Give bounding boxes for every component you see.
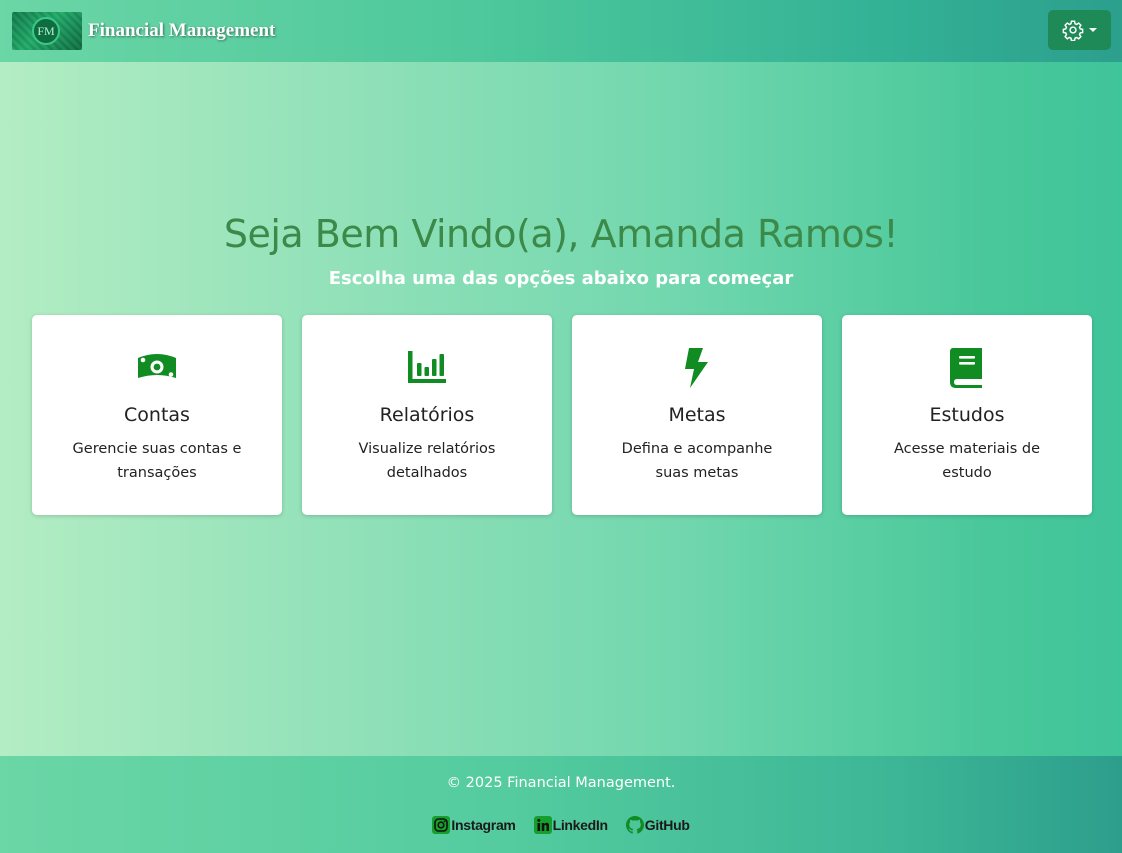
linkedin-link[interactable]: LinkedIn	[533, 816, 608, 834]
options-cards: Contas Gerencie suas contas e transações…	[32, 315, 1092, 515]
card-title: Contas	[124, 404, 190, 426]
settings-dropdown-button[interactable]	[1048, 10, 1111, 50]
main-content: Seja Bem Vindo(a), Amanda Ramos! Escolha…	[0, 62, 1122, 756]
social-links: Instagram LinkedIn GitHub	[0, 816, 1122, 834]
instagram-label: Instagram	[451, 817, 516, 833]
instagram-icon	[432, 816, 451, 834]
card-metas[interactable]: Metas Defina e acompanhe suas metas	[572, 315, 822, 515]
card-relatorios[interactable]: Relatórios Visualize relatórios detalhad…	[302, 315, 552, 515]
card-description: Visualize relatórios detalhados	[358, 441, 496, 481]
gear-icon	[1062, 20, 1084, 41]
github-link[interactable]: GitHub	[625, 816, 690, 834]
bolt-icon	[572, 347, 822, 388]
chart-bar-icon	[302, 347, 552, 387]
brand-name[interactable]: Financial Management	[88, 20, 275, 42]
copyright-text: © 2025 Financial Management.	[446, 775, 676, 791]
card-title: Metas	[668, 404, 726, 426]
instagram-link[interactable]: Instagram	[432, 816, 516, 834]
card-estudos[interactable]: Estudos Acesse materiais de estudo	[842, 315, 1092, 515]
github-icon	[625, 816, 644, 834]
chevron-down-icon	[1089, 28, 1097, 32]
card-description: Acesse materiais de estudo	[893, 441, 1040, 481]
book-icon	[842, 347, 1092, 388]
top-navbar: FM Financial Management	[0, 0, 1122, 62]
card-contas[interactable]: Contas Gerencie suas contas e transações	[32, 315, 282, 515]
money-bill-icon	[32, 347, 282, 387]
card-title: Relatórios	[379, 404, 475, 426]
card-description: Defina e acompanhe suas metas	[621, 441, 773, 481]
linkedin-icon	[533, 816, 552, 834]
card-description: Gerencie suas contas e transações	[72, 441, 242, 481]
linkedin-label: LinkedIn	[552, 817, 608, 833]
welcome-subtitle: Escolha uma das opções abaixo para começ…	[328, 268, 794, 289]
card-title: Estudos	[929, 404, 1005, 426]
logo[interactable]: FM	[12, 12, 82, 50]
welcome-heading: Seja Bem Vindo(a), Amanda Ramos!	[223, 212, 899, 256]
footer: © 2025 Financial Management. Instagram L…	[0, 756, 1122, 853]
brand[interactable]: FM Financial Management	[12, 12, 275, 50]
logo-seal: FM	[32, 17, 60, 45]
github-label: GitHub	[644, 817, 690, 833]
